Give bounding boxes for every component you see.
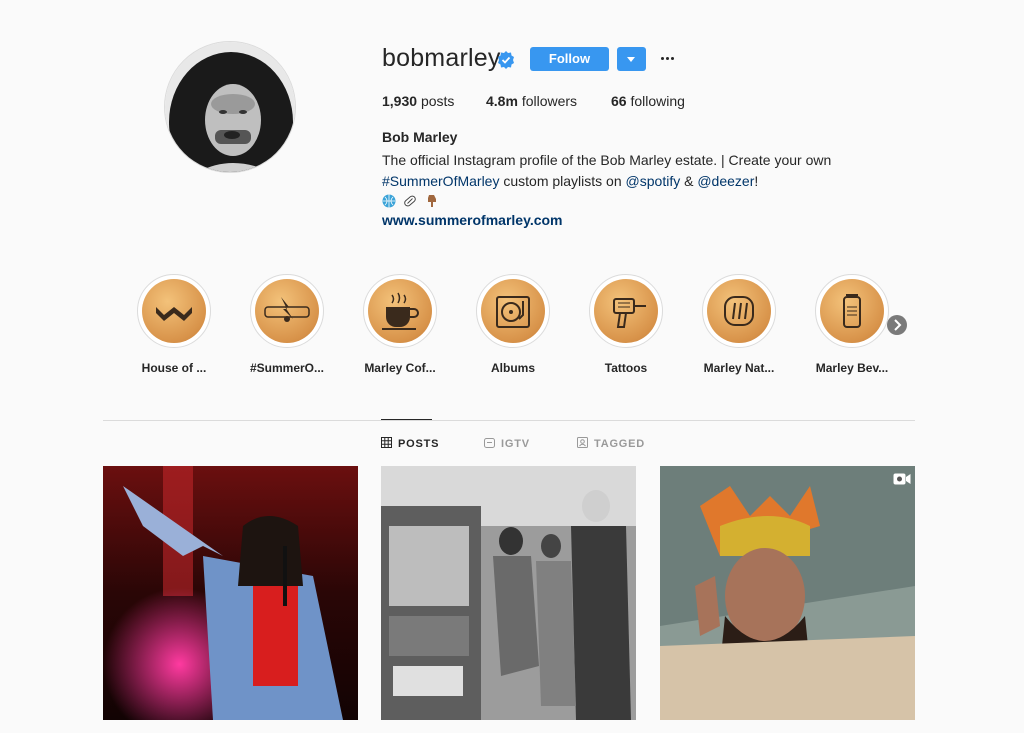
suggested-dropdown-button[interactable]: [617, 47, 646, 71]
tab-igtv[interactable]: IGTV: [484, 437, 530, 450]
post-thumbnail[interactable]: [381, 466, 636, 720]
bio-emojis: [382, 192, 442, 208]
post-thumbnail[interactable]: [660, 466, 915, 720]
post-image: [103, 466, 358, 720]
ellipsis-icon: [661, 57, 664, 60]
highlight-albums[interactable]: Albums: [473, 274, 553, 375]
verified-badge-icon: [498, 51, 514, 69]
mention-link-deezer[interactable]: @deezer: [697, 173, 754, 189]
tab-tagged[interactable]: TAGGED: [577, 437, 645, 450]
highlight-marley-beverages[interactable]: Marley Bev...: [812, 274, 892, 375]
chevron-down-icon: [627, 57, 635, 62]
globe-icon: [382, 194, 396, 208]
highlight-house-of-marley[interactable]: House of ...: [134, 274, 214, 375]
more-options-button[interactable]: [658, 47, 678, 71]
post-image: [381, 466, 636, 720]
turntable-icon: [496, 296, 530, 328]
mention-link-spotify[interactable]: @spotify: [626, 173, 681, 189]
highlight-marley-natural[interactable]: Marley Nat...: [699, 274, 779, 375]
profile-website-link[interactable]: www.summerofmarley.com: [382, 212, 563, 228]
hashtag-link[interactable]: #SummerOfMarley: [382, 173, 499, 189]
followers-stat[interactable]: 4.8m followers: [486, 93, 577, 109]
tab-posts[interactable]: POSTS: [381, 437, 439, 450]
coffee-cup-icon: [382, 292, 419, 330]
active-tab-indicator: [381, 419, 432, 420]
following-stat[interactable]: 66 following: [611, 93, 685, 109]
tabs-divider: [103, 420, 915, 421]
highlight-marley-coffee[interactable]: Marley Cof...: [360, 274, 440, 375]
post-image: [660, 466, 915, 720]
post-thumbnail[interactable]: [103, 466, 358, 720]
igtv-icon: [484, 438, 495, 448]
tagged-icon: [577, 437, 588, 448]
pill-icon: [403, 194, 417, 208]
highlight-tattoos[interactable]: Tattoos: [586, 274, 666, 375]
follow-button[interactable]: Follow: [530, 47, 609, 71]
profile-bio: The official Instagram profile of the Bo…: [382, 152, 832, 189]
pointing-down-hand-icon: [425, 194, 439, 208]
chevron-right-icon: [894, 319, 902, 331]
profile-full-name: Bob Marley: [382, 129, 458, 145]
highlights-next-button[interactable]: [887, 315, 907, 335]
tattoo-gun-icon: [613, 298, 646, 328]
posts-stat: 1,930 posts: [382, 93, 455, 109]
grid-icon: [381, 437, 392, 448]
marley-logo-icon: [156, 307, 192, 321]
profile-username: bobmarley: [382, 44, 501, 72]
video-icon: [893, 473, 911, 485]
beverage-can-icon: [843, 294, 861, 328]
marley-natural-logo-icon: [724, 296, 754, 326]
highlight-summer-of-marley[interactable]: #SummerO...: [247, 274, 327, 375]
summer-of-marley-logo-icon: [264, 297, 310, 322]
profile-avatar[interactable]: [164, 41, 296, 173]
